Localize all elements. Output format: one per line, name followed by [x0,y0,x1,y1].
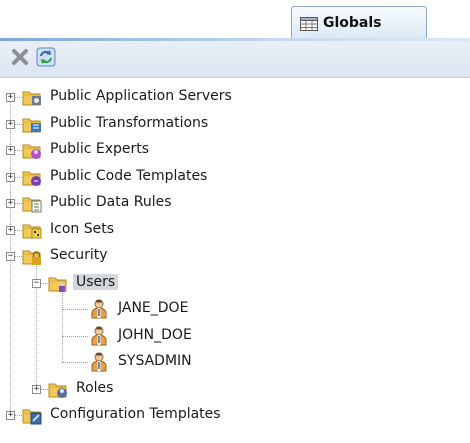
tree-item-public-code-templates[interactable]: + Public Code Templates [0,164,470,190]
tree-item-label: JOHN_DOE [118,326,192,343]
close-icon [11,48,29,70]
tree-item-label: Roles [76,379,114,396]
folder-users-icon [48,273,68,293]
folder-lock-icon [22,246,42,266]
expand-toggle[interactable]: + [6,146,15,155]
collapse-toggle[interactable]: − [32,278,41,288]
refresh-button[interactable] [35,47,57,71]
tree-item-roles[interactable]: + Roles [0,376,470,402]
tree-item-label: Users [73,273,119,290]
folder-iconset-icon [22,220,42,240]
expand-toggle[interactable]: + [6,93,15,102]
tab-strip: Globals [0,0,470,38]
folder-rules-icon [22,193,42,213]
expand-toggle[interactable]: + [6,119,15,129]
tree-item-sysadmin[interactable]: SYSADMIN [0,349,470,375]
tree-connector-line [62,362,88,363]
tree-connector-line [62,309,88,310]
folder-transform-icon [22,114,42,134]
expand-toggle[interactable]: + [6,225,15,235]
folder-server-icon [22,87,42,107]
tree-item-label: Configuration Templates [50,406,221,422]
tree-item-label: Public Transformations [50,114,209,131]
tree-item-configuration-templates[interactable]: + Configuration Templates [0,402,470,428]
tree-item-label: Icon Sets [50,220,114,237]
tree-item-label: Security [50,247,108,263]
tree-item-security[interactable]: − Security [0,243,470,269]
tree-item-public-transformations[interactable]: + Public Transformations [0,111,470,137]
tree-item-john-doe[interactable]: JOHN_DOE [0,323,470,349]
folder-expert-icon [22,140,42,160]
tree-item-label: Public Application Servers [50,88,232,104]
tree-connector-line [62,335,88,337]
tree-item-public-data-rules[interactable]: + Public Data Rules [0,190,470,216]
globals-tree: + Public Application Servers + Public Trans… [0,78,470,443]
tree-item-icon-sets[interactable]: + Icon Sets [0,217,470,243]
refresh-icon [36,47,56,71]
user-icon [90,352,110,372]
grid-window-icon [300,15,318,31]
tree-item-label: Public Data Rules [50,194,172,210]
tree-item-label: Public Code Templates [50,167,208,184]
collapse-toggle[interactable]: − [6,252,15,261]
tab-label: Globals [323,14,382,31]
expand-toggle[interactable]: + [6,172,15,182]
folder-code-icon [22,167,42,187]
expand-toggle[interactable]: + [6,411,15,420]
user-icon [90,326,110,346]
folder-config-icon [22,405,42,425]
tree-item-label: SYSADMIN [118,353,192,369]
tree-item-jane-doe[interactable]: JANE_DOE [0,296,470,322]
toolbar [0,41,470,78]
delete-button[interactable] [9,48,31,70]
tree-item-public-application-servers[interactable]: + Public Application Servers [0,84,470,110]
expand-toggle[interactable]: + [32,384,41,394]
user-icon [90,299,110,319]
tree-item-public-experts[interactable]: + Public Experts [0,137,470,163]
tree-item-label: JANE_DOE [118,300,189,316]
expand-toggle[interactable]: + [6,199,15,208]
folder-roles-icon [48,379,68,399]
tab-globals[interactable]: Globals [291,6,427,38]
tree-item-label: Public Experts [50,141,150,157]
tree-item-users[interactable]: − Users [0,270,470,296]
